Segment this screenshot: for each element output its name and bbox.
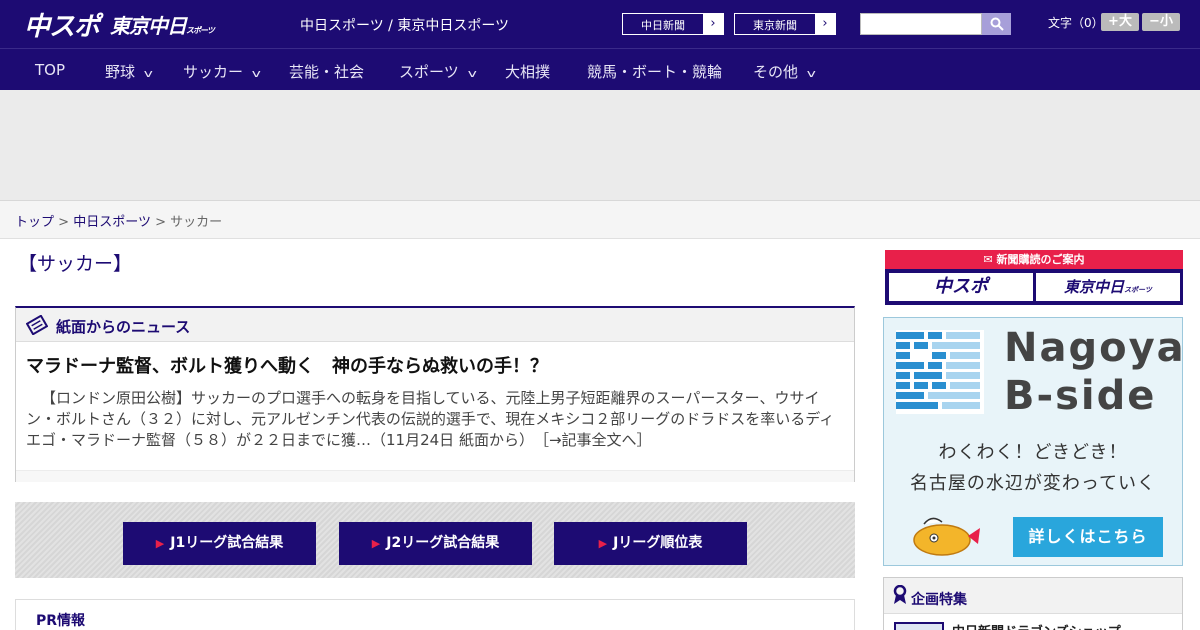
chevron-down-icon: v bbox=[251, 67, 261, 80]
news-section-header: 紙面からのニュース bbox=[16, 308, 854, 342]
nav-soccer[interactable]: サッカー v bbox=[183, 61, 261, 82]
nav-baseball[interactable]: 野球 v bbox=[105, 61, 153, 82]
pr-section-title: PR情報 bbox=[36, 613, 86, 629]
bside-tagline-2: 名古屋の水辺が変わっていく bbox=[909, 473, 1157, 494]
bside-tagline-1: わくわく！どきどき！ bbox=[938, 442, 1128, 463]
news-footer bbox=[16, 470, 854, 482]
nav-top[interactable]: TOP bbox=[35, 61, 65, 79]
bside-title-line2: B-side bbox=[1004, 373, 1157, 419]
font-smaller-button[interactable]: −小 bbox=[1142, 13, 1180, 31]
jleague-standings-button[interactable]: ▶ Jリーグ順位表 bbox=[554, 522, 747, 565]
award-ribbon-icon bbox=[893, 585, 907, 604]
feature-section-title: 企画特集 bbox=[911, 592, 967, 608]
nav-other-label: その他 bbox=[753, 63, 799, 81]
chevron-right-icon: › bbox=[815, 14, 835, 34]
triangle-right-icon: ▶ bbox=[371, 537, 381, 550]
search-input[interactable] bbox=[860, 13, 982, 35]
nav-sports-label: スポーツ bbox=[399, 63, 459, 81]
breadcrumb: トップ > 中日スポーツ > サッカー bbox=[0, 201, 1200, 239]
j2-results-button[interactable]: ▶ J2リーグ試合結果 bbox=[339, 522, 532, 565]
news-section: 紙面からのニュース マラドーナ監督、ボルト獲りへ動く 神の手ならぬ救いの手！？ … bbox=[15, 306, 855, 482]
top-header: 中スポ 東京中日スポーツ 中日スポーツ / 東京中日スポーツ 中日新聞 › 東京… bbox=[0, 0, 1200, 48]
bside-details-button[interactable]: 詳しくはこちら bbox=[1013, 517, 1163, 557]
nav-keiba[interactable]: 競馬・ボート・競輪 bbox=[587, 61, 722, 82]
chuspo-subscribe-logo[interactable]: 中スポ bbox=[889, 273, 1033, 301]
nav-soccer-label: サッカー bbox=[183, 63, 244, 81]
jleague-links-band: ▶ J1リーグ試合結果 ▶ J2リーグ試合結果 ▶ Jリーグ順位表 bbox=[15, 502, 855, 578]
ad-placeholder bbox=[0, 90, 1200, 201]
news-headline[interactable]: マラドーナ監督、ボルト獲りへ動く 神の手ならぬ救いの手！？ bbox=[26, 352, 548, 378]
tokyo-subscribe-logo[interactable]: 東京中日スポーツ bbox=[1036, 273, 1180, 301]
nav-sumo-label: 大相撲 bbox=[505, 63, 551, 81]
search-icon bbox=[990, 17, 1004, 31]
brick-wall-icon bbox=[896, 330, 984, 414]
nav-entertainment-label: 芸能・社会 bbox=[289, 63, 365, 81]
feature-thumbnail[interactable] bbox=[894, 622, 944, 630]
tokyo-shimbun-link[interactable]: 東京新聞 › bbox=[734, 13, 836, 35]
chevron-down-icon: v bbox=[806, 67, 816, 80]
chevron-down-icon: v bbox=[143, 67, 153, 80]
breadcrumb-home[interactable]: トップ bbox=[15, 215, 54, 230]
chevron-right-icon: › bbox=[703, 14, 723, 34]
chunichi-shimbun-label: 中日新聞 bbox=[641, 19, 685, 32]
font-size-label: 文字（0） bbox=[1048, 16, 1104, 30]
nav-sports[interactable]: スポーツ v bbox=[399, 61, 477, 82]
site-tagline: 中日スポーツ / 東京中日スポーツ bbox=[300, 18, 510, 34]
subscription-banner[interactable]: ✉ 新聞購読のご案内 中スポ 東京中日スポーツ bbox=[885, 250, 1183, 305]
triangle-right-icon: ▶ bbox=[598, 537, 608, 550]
breadcrumb-section[interactable]: 中日スポーツ bbox=[73, 215, 151, 230]
nav-other[interactable]: その他 v bbox=[753, 61, 816, 82]
page-title: 【サッカー】 bbox=[18, 253, 133, 275]
tokyo-logo-small: スポーツ bbox=[186, 26, 215, 35]
breadcrumb-separator: > bbox=[58, 215, 70, 230]
tokyo-chunichi-logo[interactable]: 東京中日スポーツ bbox=[110, 10, 215, 39]
breadcrumb-separator: > bbox=[155, 215, 166, 230]
newspaper-icon bbox=[26, 315, 48, 335]
search-button[interactable] bbox=[982, 13, 1011, 35]
breadcrumb-current: サッカー bbox=[170, 215, 223, 230]
tokyo-subscribe-text: 東京中日 bbox=[1064, 278, 1125, 296]
news-summary: 【ロンドン原田公樹】サッカーのプロ選手への転身を目指している、元陸上男子短距離界… bbox=[26, 389, 835, 449]
ticket-icon: ✉ bbox=[983, 253, 993, 266]
nav-keiba-label: 競馬・ボート・競輪 bbox=[587, 63, 723, 81]
chuspo-logo[interactable]: 中スポ bbox=[24, 6, 100, 43]
news-section-title: 紙面からのニュース bbox=[56, 318, 191, 336]
tokyo-shimbun-label: 東京新聞 bbox=[753, 19, 797, 32]
feature-section-header: 企画特集 bbox=[884, 578, 1182, 614]
chunichi-shimbun-link[interactable]: 中日新聞 › bbox=[622, 13, 724, 35]
fried-shrimp-mascot-icon bbox=[913, 517, 980, 556]
chevron-down-icon: v bbox=[467, 67, 477, 80]
feature-section: 企画特集 中日新聞ドラゴンズショップ bbox=[883, 577, 1183, 630]
news-body: 【ロンドン原田公樹】サッカーのプロ選手への転身を目指している、元陸上男子短距離界… bbox=[26, 388, 844, 451]
bside-title-line1: Nagoya bbox=[1004, 325, 1186, 371]
read-more-link[interactable]: ［→記事全文へ］ bbox=[541, 431, 651, 449]
nav-baseball-label: 野球 bbox=[105, 63, 136, 81]
bside-title: Nagoya B-side bbox=[1004, 324, 1186, 420]
j1-results-button[interactable]: ▶ J1リーグ試合結果 bbox=[123, 522, 316, 565]
triangle-right-icon: ▶ bbox=[155, 537, 165, 550]
pr-section: PR情報 bbox=[15, 599, 855, 630]
nav-entertainment[interactable]: 芸能・社会 bbox=[289, 61, 364, 82]
nav-top-label: TOP bbox=[35, 61, 66, 79]
main-nav: TOP 野球 v サッカー v 芸能・社会 スポーツ v 大相撲 競馬・ボート・競輪 … bbox=[0, 48, 1200, 90]
subscription-banner-header: ✉ 新聞購読のご案内 bbox=[885, 250, 1183, 269]
nagoya-bside-ad[interactable]: Nagoya B-side わくわく！どきどき！ 名古屋の水辺が変わっていく 詳し… bbox=[883, 317, 1186, 566]
tokyo-logo-text: 東京中日 bbox=[110, 14, 187, 38]
j2-results-label: J2リーグ試合結果 bbox=[386, 535, 500, 551]
nav-sumo[interactable]: 大相撲 bbox=[505, 61, 550, 82]
subscription-label: 新聞購読のご案内 bbox=[996, 253, 1085, 266]
jleague-standings-label: Jリーグ順位表 bbox=[613, 535, 703, 551]
feature-item-link[interactable]: 中日新聞ドラゴンズショップ bbox=[952, 621, 1121, 630]
font-larger-button[interactable]: +大 bbox=[1101, 13, 1139, 31]
tokyo-subscribe-small: スポーツ bbox=[1124, 286, 1152, 294]
j1-results-label: J1リーグ試合結果 bbox=[170, 535, 284, 551]
